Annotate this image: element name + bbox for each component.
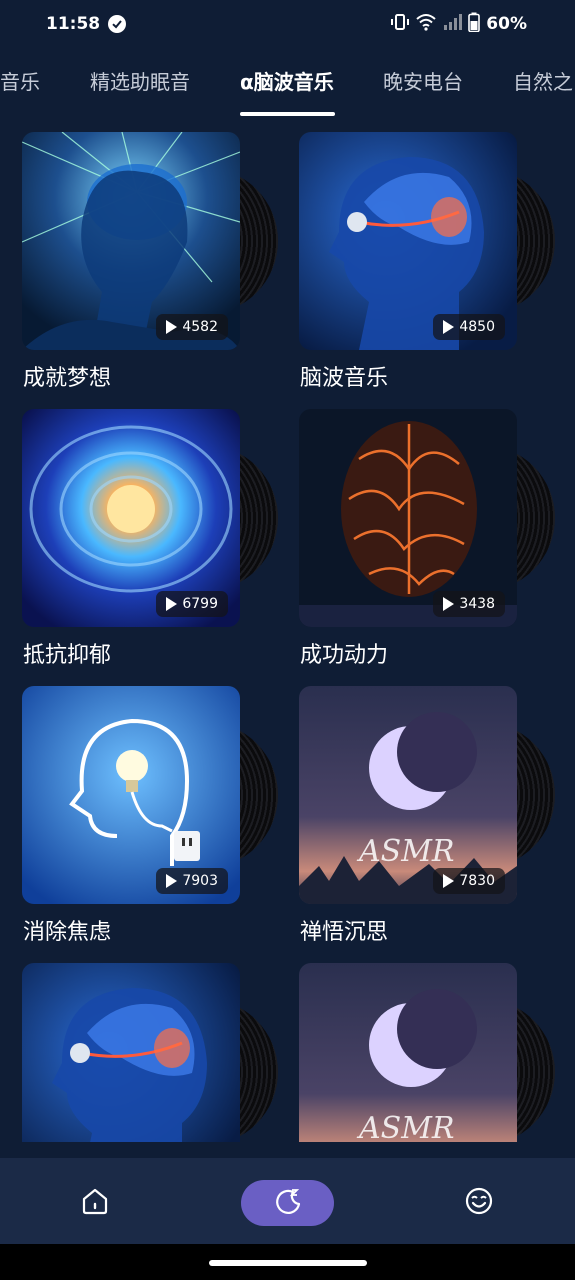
system-gesture-bar [0, 1244, 575, 1280]
moon-sleep-icon [273, 1186, 303, 1220]
play-count: 4582 [182, 319, 218, 335]
playlist-card[interactable]: 7903 消除焦虑 [0, 684, 278, 954]
cover-image-head-profile [22, 963, 240, 1142]
vibrate-icon [390, 13, 410, 36]
playlist-card[interactable]: 6799 抵抗抑郁 [0, 407, 278, 677]
tab-good-night-radio[interactable]: 晚安电台 [383, 66, 463, 95]
play-icon [166, 597, 178, 611]
tab-nature[interactable]: 自然之 [513, 66, 573, 95]
tab-music[interactable]: 音乐 [0, 66, 40, 95]
playlist-title[interactable]: 成就梦想 [23, 360, 111, 392]
status-left: 11:58 [46, 14, 127, 34]
play-count-badge: 3438 [433, 591, 505, 617]
playlist-card[interactable]: 4850 脑波音乐 [277, 130, 555, 400]
play-count-badge: 4582 [156, 314, 228, 340]
wink-face-icon [464, 1186, 494, 1220]
cover-image-galaxy: 6799 [22, 409, 240, 627]
playlist-title[interactable]: 抵抗抑郁 [23, 637, 111, 669]
wifi-icon [416, 13, 436, 36]
home-gesture-handle[interactable] [209, 1260, 367, 1266]
playlist-grid: 4582 成就梦想 4850 脑波音乐 6799 抵抗抑郁 3438 成功动力 … [0, 130, 575, 1142]
tab-selected-sleep[interactable]: 精选助眠音 [90, 66, 190, 95]
status-time: 11:58 [46, 14, 101, 34]
nav-home[interactable] [70, 1180, 120, 1226]
asmr-cover-text: ASMR [356, 1111, 455, 1142]
play-count: 7903 [182, 873, 218, 889]
playlist-card[interactable]: 3438 成功动力 [277, 407, 555, 677]
tab-alpha-wave[interactable]: α脑波音乐 [240, 66, 334, 95]
battery-percent: 60% [486, 14, 527, 34]
playlist-title[interactable]: 消除焦虑 [23, 914, 111, 946]
playlist-card[interactable] [0, 961, 278, 1142]
cover-image-head-profile: 4850 [299, 132, 517, 350]
active-tab-indicator [240, 112, 335, 116]
play-count: 4850 [459, 319, 495, 335]
play-count-badge: 6799 [156, 591, 228, 617]
battery-icon [468, 12, 481, 37]
play-icon [166, 320, 178, 334]
playlist-title[interactable]: 脑波音乐 [300, 360, 388, 392]
signal-icon [442, 13, 463, 36]
home-icon [80, 1186, 110, 1220]
cover-image-asmr-moon: ASMR [299, 963, 517, 1142]
play-count: 3438 [459, 596, 495, 612]
play-count-badge: 7903 [156, 868, 228, 894]
play-count-badge: 7830 [433, 868, 505, 894]
playlist-card[interactable]: 4582 成就梦想 [0, 130, 278, 400]
category-tabs: 音乐 精选助眠音 α脑波音乐 晚安电台 自然之 [0, 56, 575, 120]
nav-sleep[interactable] [241, 1180, 334, 1226]
playlist-title[interactable]: 禅悟沉思 [300, 914, 388, 946]
cover-image-asmr-moon: ASMR 7830 [299, 686, 517, 904]
playlist-title[interactable]: 成功动力 [300, 637, 388, 669]
play-icon [443, 597, 455, 611]
play-count-badge: 4850 [433, 314, 505, 340]
bottom-navigation [0, 1158, 575, 1244]
check-circle-icon [108, 15, 127, 33]
status-bar: 11:58 60% [0, 0, 575, 48]
cover-image-fiery-brain: 3438 [299, 409, 517, 627]
playlist-card[interactable]: ASMR 7830 禅悟沉思 [277, 684, 555, 954]
cover-image-head-lightbulb: 7903 [22, 686, 240, 904]
play-count: 7830 [459, 873, 495, 889]
nav-profile[interactable] [454, 1180, 504, 1226]
play-count: 6799 [182, 596, 218, 612]
status-right: 60% [390, 12, 527, 37]
asmr-cover-text: ASMR [356, 834, 455, 869]
play-icon [166, 874, 178, 888]
play-icon [443, 874, 455, 888]
playlist-card[interactable]: ASMR [277, 961, 555, 1142]
cover-image-brain-rays: 4582 [22, 132, 240, 350]
play-icon [443, 320, 455, 334]
